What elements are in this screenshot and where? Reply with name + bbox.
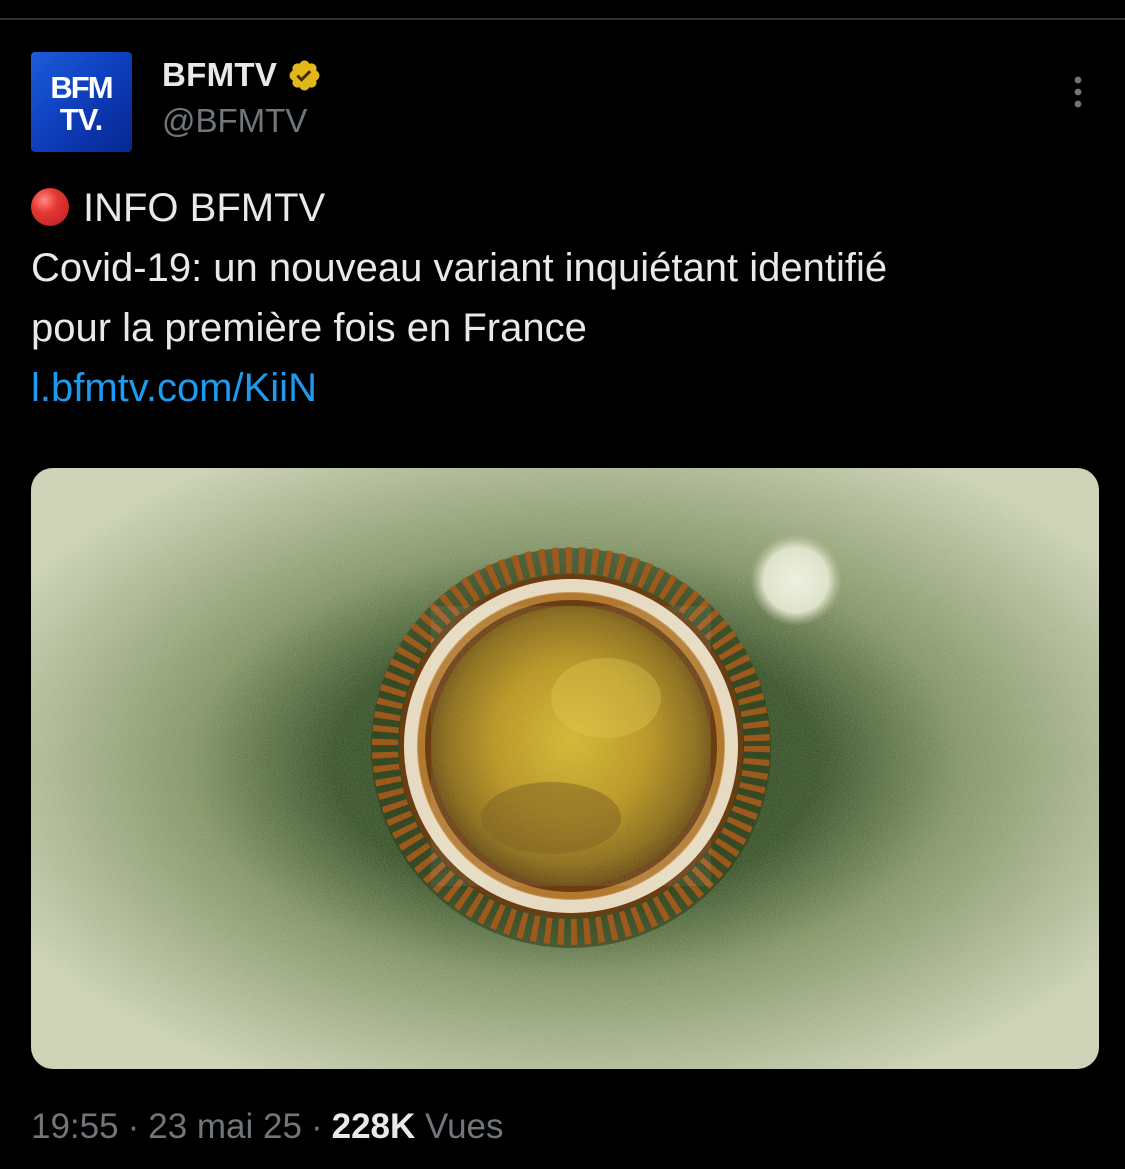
coronavirus-image bbox=[31, 468, 1099, 1069]
author-name-row: BFMTV bbox=[162, 55, 322, 95]
article-link[interactable]: l.bfmtv.com/KiiN bbox=[31, 366, 317, 410]
svg-text:BFM: BFM bbox=[50, 70, 111, 105]
red-circle-icon bbox=[31, 188, 69, 226]
views-count[interactable]: 228K bbox=[332, 1107, 416, 1146]
top-divider bbox=[0, 18, 1125, 20]
meta-separator: · bbox=[310, 1107, 323, 1146]
tweet-line-headline-2: pour la première fois en France bbox=[31, 306, 587, 350]
author-handle[interactable]: @BFMTV bbox=[162, 102, 307, 140]
info-label: INFO BFMTV bbox=[83, 186, 326, 230]
bfmtv-logo-icon: BFM TV. bbox=[50, 70, 113, 137]
tweet-date[interactable]: 23 mai 25 bbox=[148, 1107, 302, 1146]
meta-separator: · bbox=[127, 1107, 140, 1146]
more-options-icon[interactable] bbox=[1066, 72, 1090, 112]
display-name[interactable]: BFMTV bbox=[162, 56, 277, 94]
avatar[interactable]: BFM TV. bbox=[31, 52, 132, 152]
virus-particle bbox=[371, 547, 771, 948]
tweet-line-info: INFO BFMTV bbox=[31, 178, 1106, 238]
views-label: Vues bbox=[425, 1107, 504, 1146]
tweet-meta: 19:55 · 23 mai 25 · 228K Vues bbox=[31, 1107, 504, 1147]
tweet-time[interactable]: 19:55 bbox=[31, 1107, 119, 1146]
verified-badge-icon[interactable] bbox=[287, 58, 322, 93]
svg-text:TV.: TV. bbox=[60, 102, 102, 137]
tweet-media-image[interactable] bbox=[31, 468, 1099, 1069]
tweet-line-headline-1: Covid-19: un nouveau variant inquiétant … bbox=[31, 246, 888, 290]
tweet-text: INFO BFMTV Covid-19: un nouveau variant … bbox=[31, 178, 1106, 418]
